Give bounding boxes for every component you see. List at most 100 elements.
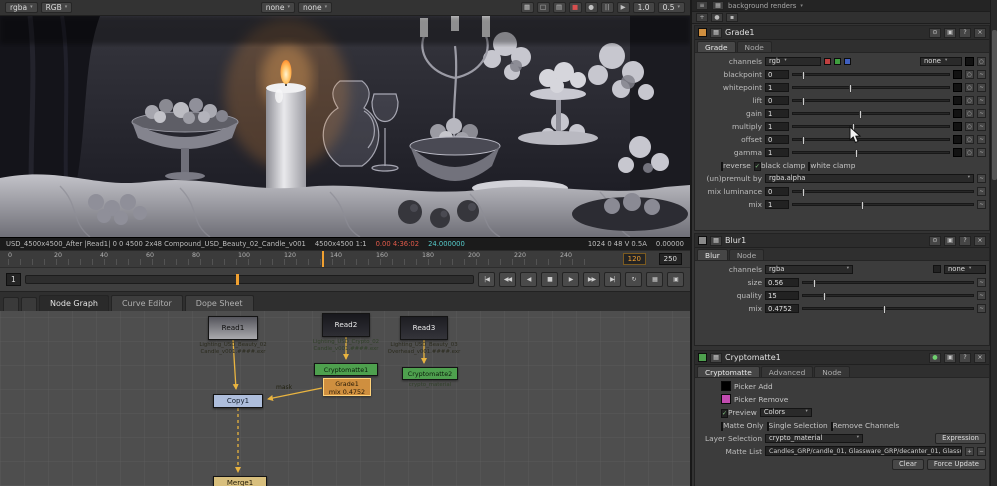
layout-icon[interactable]: ▦ — [712, 1, 724, 10]
display-channels-dropdown[interactable]: RGB ▾ — [40, 2, 73, 13]
slider-track[interactable] — [792, 96, 950, 106]
animation-menu-icon[interactable]: ~ — [977, 82, 986, 92]
single-selection-checkbox[interactable]: Single Selection — [766, 421, 828, 431]
color-swatch[interactable] — [953, 147, 962, 157]
channels-dropdown[interactable]: rgba ▾ — [765, 264, 853, 274]
loop-mode-button[interactable]: ↻ — [625, 272, 642, 287]
float-panel-icon[interactable]: ▣ — [944, 27, 956, 38]
matte-remove-icon[interactable]: − — [977, 446, 986, 456]
color-swatch[interactable] — [953, 134, 962, 144]
add-panel-icon[interactable]: + — [696, 13, 708, 22]
channels-icon[interactable]: ▦ — [710, 352, 722, 363]
pause-icon[interactable]: || — [600, 2, 614, 13]
frame-range-slider[interactable] — [24, 274, 474, 285]
red-channel-checkbox[interactable] — [824, 57, 831, 65]
chevron-down-icon[interactable]: ▾ — [800, 3, 803, 9]
range-end-field[interactable]: 250 — [658, 253, 682, 265]
float-panel-icon[interactable]: ▣ — [944, 352, 956, 363]
force-update-button[interactable]: Force Update — [926, 458, 986, 470]
slider-track[interactable] — [792, 83, 950, 93]
colorwheel-icon[interactable]: ○ — [965, 134, 974, 144]
range-start-field[interactable]: 1 — [6, 273, 21, 286]
layer-dropdown[interactable]: rgba ▾ — [5, 2, 38, 13]
goto-end-button[interactable]: ▶| — [604, 272, 621, 287]
animation-menu-icon[interactable]: ~ — [977, 199, 986, 209]
slider-track[interactable] — [792, 187, 974, 197]
slider-track[interactable] — [802, 291, 974, 301]
slider-track[interactable] — [792, 70, 950, 80]
mask-channel-dropdown[interactable]: none ▾ — [944, 264, 986, 274]
colorwheel-icon[interactable]: ○ — [965, 82, 974, 92]
tab-dope-sheet[interactable]: Dope Sheet — [184, 295, 254, 311]
pane-split-icon[interactable] — [21, 297, 37, 311]
tab-node[interactable]: Node — [814, 366, 850, 377]
pane-menu-icon[interactable] — [3, 297, 19, 311]
value-field[interactable]: 1 — [765, 82, 789, 92]
reverse-checkbox[interactable]: reverse — [721, 161, 751, 171]
node-read1[interactable]: Read1 — [208, 316, 258, 340]
slider-track[interactable] — [792, 200, 974, 210]
node-cryptomatte2[interactable]: Cryptomatte2 — [402, 367, 458, 380]
value-field[interactable]: 0.56 — [765, 277, 799, 287]
channels-icon[interactable]: ▦ — [710, 27, 722, 38]
matte-add-icon[interactable]: + — [965, 446, 974, 456]
expression-button[interactable]: Expression — [935, 432, 986, 444]
live-indicator-icon[interactable]: ● — [929, 352, 941, 363]
tab-curve-editor[interactable]: Curve Editor — [110, 295, 183, 311]
value-field[interactable]: 0 — [765, 134, 789, 144]
value-field[interactable]: 15 — [765, 290, 799, 300]
node-graph[interactable]: Read1 Lighting_USD_Beauty_02 Candle_v001.… — [0, 311, 690, 486]
current-frame-field[interactable]: 120 — [622, 253, 646, 265]
tab-node[interactable]: Node — [736, 41, 772, 52]
black-clamp-checkbox[interactable]: ✓black clamp — [753, 161, 805, 171]
proxy-icon[interactable]: ● — [584, 2, 598, 13]
roi-icon[interactable]: ▤ — [552, 2, 566, 13]
buffer-a-dropdown[interactable]: none ▾ — [260, 2, 295, 13]
animation-menu-icon[interactable]: ~ — [977, 121, 986, 131]
tab-cryptomatte[interactable]: Cryptomatte — [697, 366, 760, 377]
animation-menu-icon[interactable]: ~ — [977, 277, 986, 287]
stop-button[interactable]: ■ — [541, 272, 558, 287]
node-read3[interactable]: Read3 — [400, 316, 448, 340]
color-swatch[interactable] — [953, 69, 962, 79]
node-color-chip[interactable] — [698, 28, 707, 37]
animation-menu-icon[interactable]: ~ — [977, 173, 986, 183]
float-panel-icon[interactable]: ▣ — [944, 235, 956, 246]
close-panel-icon[interactable]: × — [974, 27, 986, 38]
full-quality-toggle[interactable]: ▦ — [646, 272, 663, 287]
frame-range-playhead[interactable] — [235, 274, 239, 285]
help-icon[interactable]: ? — [959, 235, 971, 246]
tab-advanced[interactable]: Advanced — [760, 366, 814, 377]
tab-node[interactable]: Node — [728, 249, 765, 260]
buffer-b-dropdown[interactable]: none ▾ — [297, 2, 333, 13]
mask-checkbox[interactable] — [933, 265, 941, 273]
value-field[interactable]: 1 — [765, 108, 789, 118]
node-read2[interactable]: Read2 — [322, 313, 370, 337]
frame-lock-toggle[interactable]: ▣ — [667, 272, 684, 287]
value-field[interactable]: 0 — [765, 69, 789, 79]
preview-mode-dropdown[interactable]: Colors ▾ — [759, 407, 812, 417]
value-field[interactable]: 0.4752 — [765, 303, 799, 313]
colorwheel-icon[interactable]: ○ — [965, 147, 974, 157]
play-backward-fast-button[interactable]: ◀◀ — [499, 272, 516, 287]
green-channel-checkbox[interactable] — [834, 57, 841, 65]
clear-button[interactable]: Clear — [892, 458, 924, 470]
animation-menu-icon[interactable]: ~ — [977, 147, 986, 157]
white-clamp-checkbox[interactable]: white clamp — [808, 161, 855, 171]
channels-dropdown[interactable]: rgb ▾ — [765, 56, 821, 66]
viewer-image[interactable] — [0, 16, 690, 237]
color-swatch[interactable] — [953, 108, 962, 118]
playhead[interactable] — [322, 251, 324, 267]
animation-menu-icon[interactable]: ~ — [977, 69, 986, 79]
color-swatch[interactable] — [953, 95, 962, 105]
premult-dropdown[interactable]: rgba.alpha ▾ — [765, 173, 974, 183]
pin-icon[interactable]: ● — [711, 13, 723, 22]
slider-track[interactable] — [792, 122, 950, 132]
timeline-ruler[interactable]: 0 20 40 60 80 100 120 140 160 180 200 22… — [0, 250, 690, 267]
play-icon[interactable]: ▶ — [616, 2, 630, 13]
close-panel-icon[interactable]: × — [974, 352, 986, 363]
value-field[interactable]: 1 — [765, 121, 789, 131]
close-panel-icon[interactable]: × — [974, 235, 986, 246]
node-color-chip[interactable] — [698, 236, 707, 245]
animation-menu-icon[interactable]: ~ — [977, 134, 986, 144]
